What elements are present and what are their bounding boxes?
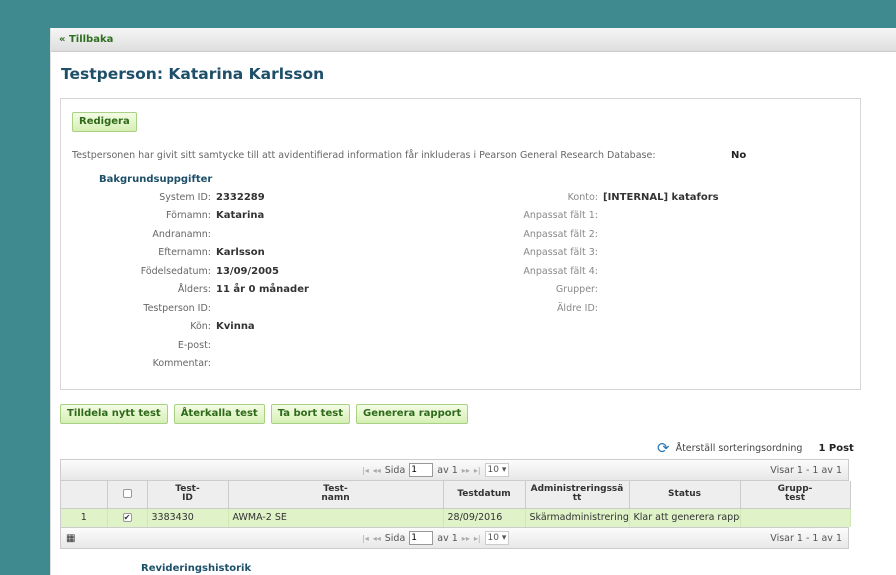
generate-report-button[interactable]: Generera rapport: [355, 404, 469, 424]
cell-status: Klar att generera rapport: [629, 508, 741, 527]
page-input[interactable]: [409, 463, 434, 477]
main-page: « Tillbaka Testperson: Katarina Karlsson…: [50, 28, 896, 575]
page-input[interactable]: [409, 531, 434, 545]
field-system-id: System ID: 2332289: [159, 192, 265, 203]
select-all-checkbox[interactable]: [122, 489, 132, 499]
page-label: Sida: [384, 532, 406, 544]
col-group-test[interactable]: Grupp- test: [740, 481, 851, 509]
col-row-number: [61, 481, 108, 509]
row-checkbox-cell[interactable]: ✔: [107, 508, 148, 527]
post-count: 1 Post: [818, 443, 854, 454]
field-last-name: Efternamn: Karlsson: [158, 247, 265, 258]
field-account: Konto: [INTERNAL] katafors: [567, 192, 719, 203]
col-select-all[interactable]: [107, 481, 148, 509]
cell-test-date: 28/09/2016: [443, 508, 526, 527]
assign-test-button[interactable]: Tilldela nytt test: [60, 404, 168, 424]
row-checkbox[interactable]: ✔: [122, 513, 132, 523]
col-status[interactable]: Status: [629, 481, 741, 509]
col-test-date[interactable]: Testdatum: [443, 481, 526, 509]
top-pager: |◂ ◂◂ Sida av 1 ▸▸ ▸| 10 ▾ Visar 1 - 1 a…: [61, 460, 848, 481]
field-email: E-post:: [177, 340, 211, 351]
recall-test-button[interactable]: Återkalla test: [173, 404, 265, 424]
back-bar: « Tillbaka: [51, 28, 896, 52]
col-test-name[interactable]: Test- namn: [228, 481, 444, 509]
col-test-id[interactable]: Test- ID: [147, 481, 229, 509]
cell-test-id: 3383430: [147, 508, 229, 527]
page-label: Sida: [384, 464, 406, 476]
refresh-icon[interactable]: ⟳: [657, 441, 670, 456]
cell-admin-method: Skärmadministrering: [525, 508, 630, 527]
last-page-icon[interactable]: ▸|: [474, 466, 481, 475]
field-custom-4: Anpassat fält 4:: [523, 266, 598, 277]
tests-grid: |◂ ◂◂ Sida av 1 ▸▸ ▸| 10 ▾ Visar 1 - 1 a…: [60, 459, 851, 549]
delete-test-button[interactable]: Ta bort test: [270, 404, 350, 424]
page-of-label: av 1: [437, 464, 458, 476]
bottom-pager: ▦ |◂ ◂◂ Sida av 1 ▸▸ ▸| 10 ▾ Visar 1 - 1…: [61, 527, 848, 548]
edit-button[interactable]: Redigera: [72, 112, 137, 132]
page-title: Testperson: Katarina Karlsson: [61, 65, 325, 83]
view-count: Visar 1 - 1 av 1: [770, 464, 842, 476]
field-old-id: Äldre ID:: [556, 303, 598, 314]
field-gender: Kön: Kvinna: [190, 321, 255, 332]
back-link[interactable]: « Tillbaka: [59, 34, 113, 45]
field-custom-3: Anpassat fält 3:: [523, 247, 598, 258]
col-admin-method[interactable]: Administreringssä tt: [525, 481, 630, 509]
consent-text: Testpersonen har givit sitt samtycke til…: [72, 150, 656, 161]
view-count: Visar 1 - 1 av 1: [770, 532, 842, 544]
revision-history-title: Revideringshistorik: [141, 563, 252, 574]
last-page-icon[interactable]: ▸|: [474, 534, 481, 543]
action-bar: Tilldela nytt test Återkalla test Ta bor…: [60, 404, 469, 424]
field-middle-name: Andranamn:: [152, 229, 211, 240]
reset-sort-bar: ⟳ Återställ sorteringsordning 1 Post: [657, 441, 854, 456]
page-size-select[interactable]: 10 ▾: [484, 463, 510, 477]
prev-page-icon[interactable]: ◂◂: [373, 534, 381, 543]
first-page-icon[interactable]: |◂: [362, 534, 369, 543]
table-header-row: Test- ID Test- namn Testdatum Administre…: [61, 481, 851, 509]
field-birth-date: Födelsedatum: 13/09/2005: [140, 266, 279, 277]
cell-test-name: AWMA-2 SE: [228, 508, 444, 527]
column-chooser-icon[interactable]: ▦: [66, 533, 75, 544]
page-of-label: av 1: [437, 532, 458, 544]
field-comment: Kommentar:: [152, 358, 211, 369]
field-custom-2: Anpassat fält 2:: [523, 229, 598, 240]
page-size-select[interactable]: 10 ▾: [484, 531, 510, 545]
field-first-name: Förnamn: Katarina: [166, 210, 265, 221]
consent-value: No: [731, 150, 747, 161]
row-number: 1: [61, 508, 108, 527]
field-custom-1: Anpassat fält 1:: [523, 210, 598, 221]
next-page-icon[interactable]: ▸▸: [462, 466, 470, 475]
details-panel: Redigera Testpersonen har givit sitt sam…: [60, 98, 861, 390]
field-age: Ålders: 11 år 0 månader: [177, 284, 309, 295]
prev-page-icon[interactable]: ◂◂: [373, 466, 381, 475]
field-groups: Grupper:: [555, 284, 598, 295]
table-row[interactable]: 1 ✔ 3383430 AWMA-2 SE 28/09/2016 Skärmad…: [61, 508, 851, 527]
next-page-icon[interactable]: ▸▸: [462, 534, 470, 543]
reset-sort-link[interactable]: Återställ sorteringsordning: [676, 443, 803, 454]
field-person-id: Testperson ID:: [143, 303, 211, 314]
tests-table: Test- ID Test- namn Testdatum Administre…: [61, 481, 851, 527]
first-page-icon[interactable]: |◂: [362, 466, 369, 475]
cell-group-test: [740, 508, 851, 527]
background-section-title: Bakgrundsuppgifter: [99, 174, 213, 185]
